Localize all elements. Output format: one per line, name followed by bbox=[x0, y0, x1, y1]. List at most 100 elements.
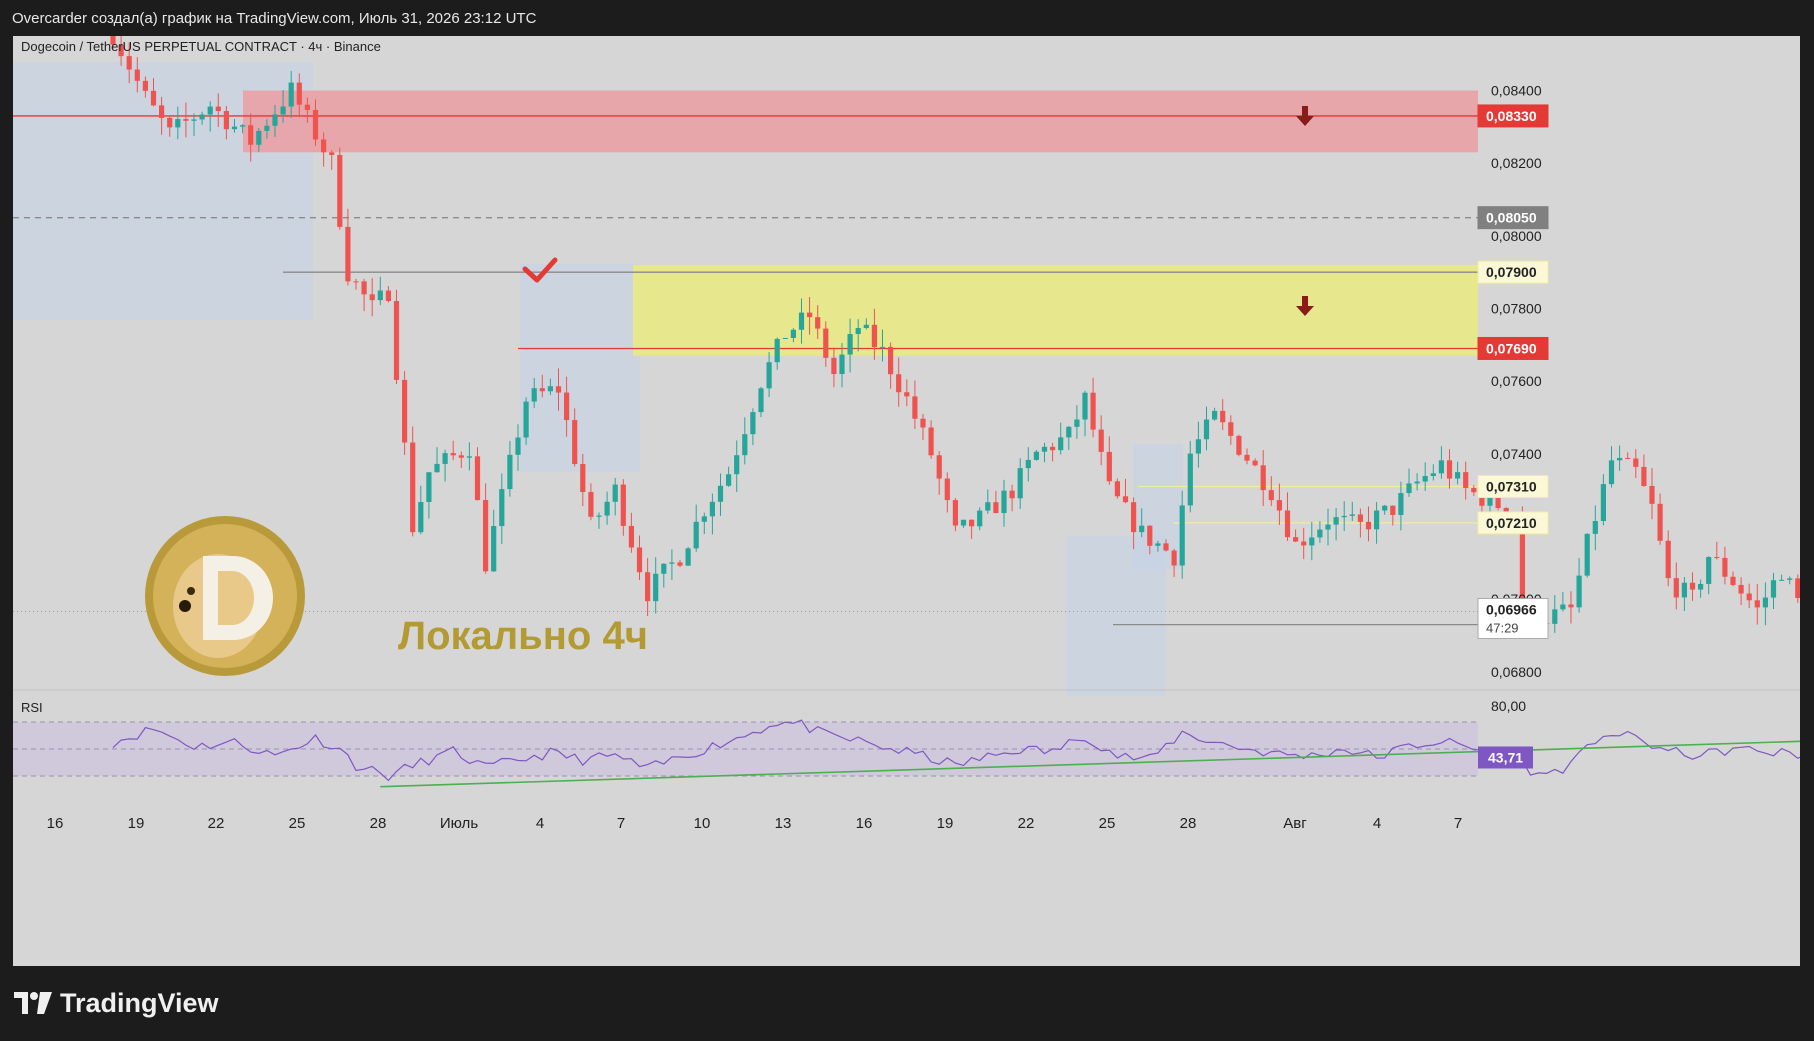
candle-body bbox=[523, 401, 529, 438]
candle-body bbox=[1195, 439, 1201, 454]
candle-body bbox=[1171, 550, 1177, 566]
time-tick-label: Авг bbox=[1283, 815, 1307, 832]
candle-body bbox=[1446, 460, 1453, 479]
candle-body bbox=[159, 105, 165, 118]
price-tag-label: 0,07690 bbox=[1486, 340, 1537, 356]
candle-body bbox=[815, 317, 821, 329]
candle-body bbox=[1560, 604, 1566, 610]
candle-body bbox=[329, 152, 335, 155]
candle-body bbox=[393, 301, 400, 380]
time-tick-label: 19 bbox=[937, 815, 954, 832]
candle-body bbox=[1455, 472, 1461, 479]
candle-body bbox=[952, 500, 958, 526]
candle-body bbox=[1374, 510, 1380, 530]
candle-body bbox=[150, 90, 157, 106]
candle-body bbox=[1179, 505, 1185, 566]
time-tick-label: 19 bbox=[128, 815, 145, 832]
candle-body bbox=[1236, 435, 1242, 455]
candle-body bbox=[693, 521, 699, 549]
candle-body bbox=[653, 573, 659, 602]
candle-body bbox=[1122, 496, 1129, 503]
candle-body bbox=[483, 500, 489, 572]
candle-body bbox=[1625, 457, 1631, 459]
candle-body bbox=[353, 281, 359, 283]
candle-body bbox=[717, 485, 724, 502]
candle-body bbox=[1001, 490, 1007, 514]
candle-body bbox=[1033, 451, 1039, 460]
time-tick-label: 10 bbox=[694, 815, 711, 832]
last-price-label: 0,06966 bbox=[1486, 602, 1537, 618]
candle-body bbox=[499, 489, 505, 527]
chart-title: Dogecoin / TetherUS PERPETUAL CONTRACT ·… bbox=[21, 39, 381, 54]
tradingview-footer: TradingView bbox=[14, 980, 219, 1026]
price-tag-label: 0,08050 bbox=[1486, 210, 1537, 226]
candle-body bbox=[1722, 557, 1728, 577]
candle-body bbox=[726, 474, 732, 486]
candle-body bbox=[183, 119, 189, 121]
candle-body bbox=[1689, 582, 1696, 590]
time-tick-label: 7 bbox=[1454, 815, 1462, 832]
candle-body bbox=[1106, 451, 1112, 482]
candle-body bbox=[321, 139, 327, 153]
candle-body bbox=[1568, 604, 1574, 608]
candle-body bbox=[1600, 484, 1606, 522]
candle-body bbox=[231, 126, 238, 130]
candle-body bbox=[669, 562, 675, 564]
candle-body bbox=[1074, 419, 1080, 427]
candle-body bbox=[191, 119, 197, 121]
candle-body bbox=[1357, 514, 1363, 522]
time-tick-label: 4 bbox=[1373, 815, 1381, 832]
candle-body bbox=[426, 472, 432, 502]
candle-body bbox=[491, 526, 497, 572]
candle-body bbox=[798, 312, 805, 330]
candle-body bbox=[248, 125, 254, 145]
candle-body bbox=[361, 281, 367, 295]
candle-body bbox=[1422, 476, 1428, 482]
candle-body bbox=[782, 337, 788, 339]
candle-body bbox=[1762, 597, 1768, 608]
time-tick-label: 22 bbox=[208, 815, 225, 832]
candle-body bbox=[1608, 460, 1615, 485]
candle-body bbox=[612, 484, 618, 502]
chart-svg[interactable]: Локально 4ч Dogecoin / TetherUS PERPETUAL… bbox=[13, 36, 1800, 966]
candle-body bbox=[515, 437, 521, 455]
candle-body bbox=[434, 463, 440, 473]
rsi-tick-label: 80,00 bbox=[1491, 698, 1526, 714]
candle-body bbox=[645, 572, 651, 602]
candle-body bbox=[572, 420, 578, 465]
candle-body bbox=[345, 226, 351, 282]
candle-body bbox=[466, 456, 472, 458]
candle-body bbox=[410, 442, 416, 533]
candle-body bbox=[1390, 505, 1396, 515]
candle-body bbox=[863, 324, 869, 329]
tradingview-logo-icon bbox=[14, 992, 52, 1014]
candle-body bbox=[701, 516, 707, 522]
candle-body bbox=[418, 501, 424, 533]
candle-body bbox=[272, 114, 278, 126]
candle-body bbox=[1098, 429, 1104, 452]
candle-body bbox=[879, 346, 886, 348]
candle-body bbox=[555, 386, 562, 393]
candle-body bbox=[1730, 576, 1736, 585]
time-tick-label: 28 bbox=[1180, 815, 1197, 832]
candle-body bbox=[709, 501, 715, 517]
candle-body bbox=[1787, 578, 1793, 580]
chart-frame[interactable]: Локально 4ч Dogecoin / TetherUS PERPETUAL… bbox=[13, 36, 1800, 966]
candle-body bbox=[1309, 537, 1315, 546]
candle-body bbox=[1284, 510, 1291, 538]
candle-body bbox=[199, 114, 205, 120]
candle-body bbox=[774, 338, 780, 363]
price-tick-label: 0,06800 bbox=[1491, 664, 1542, 680]
candle-body bbox=[442, 453, 448, 464]
candle-body bbox=[1706, 557, 1712, 584]
price-tick-label: 0,08200 bbox=[1491, 155, 1542, 171]
candle-body bbox=[296, 82, 302, 105]
candle-body bbox=[1414, 481, 1420, 484]
candle-body bbox=[1187, 453, 1193, 506]
price-tick-label: 0,08400 bbox=[1491, 83, 1542, 99]
candle-body bbox=[240, 125, 246, 127]
candle-body bbox=[750, 412, 756, 435]
candle-body bbox=[1349, 514, 1355, 516]
candle-body bbox=[960, 519, 967, 526]
candle-body bbox=[126, 56, 132, 70]
